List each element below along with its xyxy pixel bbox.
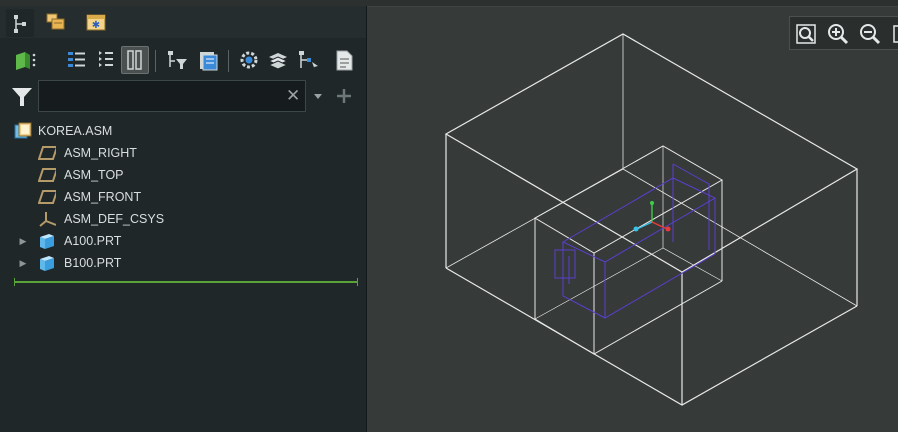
tree-item-datum-right[interactable]: ASM_RIGHT	[0, 142, 360, 164]
tab-folder-browser[interactable]	[42, 9, 70, 35]
favorites-icon: ✱	[86, 14, 106, 31]
cube-show-icon	[16, 52, 36, 70]
expand-list-icon	[99, 51, 113, 67]
filter-icon[interactable]	[10, 86, 34, 108]
zoom-in-button[interactable]	[826, 22, 850, 46]
tab-favorites[interactable]: ✱	[82, 9, 110, 35]
refit-button[interactable]	[794, 22, 818, 46]
columns-icon	[127, 50, 142, 70]
tree-columns-button[interactable]	[62, 46, 90, 74]
assembly-icon	[14, 122, 32, 140]
tree-item-datum-top[interactable]: ASM_TOP	[0, 164, 360, 186]
tree-item-part-b100[interactable]: ▶ B100.PRT	[0, 252, 360, 274]
columns-toggle-button[interactable]	[121, 46, 149, 74]
refit-icon	[796, 24, 816, 44]
tree-item-assembly[interactable]: KOREA.ASM	[0, 120, 360, 142]
more-icon	[893, 25, 898, 43]
clear-search-icon[interactable]: ✕	[286, 86, 300, 106]
notes-button[interactable]	[330, 46, 358, 74]
add-search-icon[interactable]	[334, 86, 354, 106]
insert-here-button[interactable]	[294, 46, 322, 74]
expand-arrow-icon[interactable]: ▶	[18, 235, 28, 247]
tree-settings-button[interactable]	[92, 46, 120, 74]
model-tree-toolbar	[0, 42, 366, 78]
toolbar-separator	[155, 50, 156, 72]
search-input[interactable]	[38, 80, 306, 112]
tree-filter-icon	[168, 51, 187, 69]
graphics-toolbar	[789, 16, 898, 50]
coordinate-system-icon	[38, 210, 56, 228]
tree-item-part-a100[interactable]: ▶ A100.PRT	[0, 230, 360, 252]
model-tree-icon	[14, 15, 26, 33]
datum-plane-icon	[38, 166, 56, 184]
zoom-out-icon	[860, 24, 881, 45]
tree-item-csys[interactable]: ASM_DEF_CSYS	[0, 208, 360, 230]
wireframe-model	[444, 33, 859, 406]
datum-plane-icon	[38, 188, 56, 206]
expand-arrow-icon[interactable]: ▶	[18, 257, 28, 269]
layers-icon	[267, 53, 289, 70]
datum-plane-icon	[38, 144, 56, 162]
properties-button[interactable]	[194, 46, 222, 74]
folder-browser-icon	[46, 13, 65, 30]
graphics-window[interactable]	[367, 6, 898, 432]
gear-icon	[240, 51, 258, 69]
search-row: ✕	[0, 80, 366, 116]
tree-filter-button[interactable]	[163, 46, 191, 74]
zoom-out-button[interactable]	[858, 22, 882, 46]
insert-tree-icon	[299, 51, 318, 70]
svg-text:✱: ✱	[92, 20, 100, 31]
show-button[interactable]	[10, 46, 38, 74]
toolbar-separator	[228, 50, 229, 72]
document-icon	[336, 50, 353, 71]
properties-icon	[200, 52, 218, 71]
tree-item-datum-front[interactable]: ASM_FRONT	[0, 186, 360, 208]
search-dropdown-icon[interactable]	[312, 89, 324, 103]
layers-button[interactable]	[264, 46, 292, 74]
navigator-panel: ✱ ✕ KOREA.ASM ASM_RIGHT ASM_TOP ASM_FRON…	[0, 6, 367, 432]
insert-here-indicator[interactable]	[14, 278, 358, 286]
zoom-in-icon	[828, 24, 849, 45]
regenerate-button[interactable]	[235, 46, 263, 74]
more-view-button[interactable]	[890, 22, 898, 46]
part-icon	[38, 254, 56, 272]
part-icon	[38, 232, 56, 250]
list-checks-icon	[68, 52, 85, 67]
navigator-tabs: ✱	[0, 6, 366, 38]
tab-model-tree[interactable]	[6, 9, 34, 37]
